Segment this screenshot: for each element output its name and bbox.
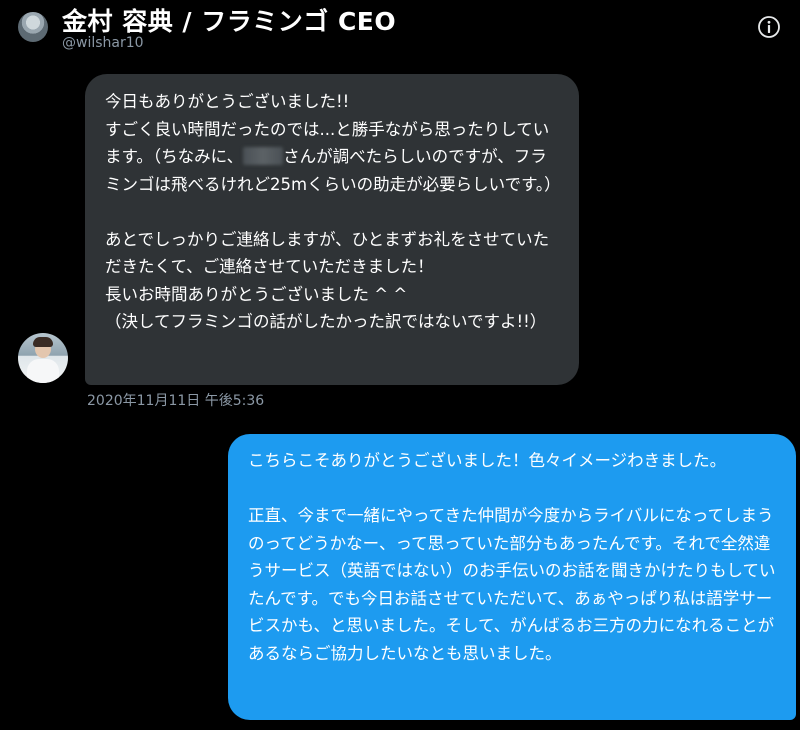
- sent-message-bubble[interactable]: こちらこそありがとうございました！色々イメージわきました。 正直、今まで一緒にや…: [228, 434, 796, 720]
- received-message-bubble[interactable]: 今日もありがとうございました!! すごく良い時間だったのでは...と勝手ながら思…: [85, 74, 579, 385]
- redacted-name: [243, 147, 284, 165]
- user-handle[interactable]: @wilshar10: [62, 35, 144, 51]
- sender-avatar[interactable]: [18, 333, 68, 383]
- message-text-continued: さんが調べたらしいのですが、フラミンゴは飛べるけれど25mくらいの助走が必要らし…: [105, 147, 561, 331]
- conversation-title[interactable]: 金村 容典 / フラミンゴ CEO: [62, 2, 396, 38]
- conversation-header: 金村 容典 / フラミンゴ CEO @wilshar10: [0, 0, 800, 60]
- message-text: こちらこそありがとうございました！色々イメージわきました。 正直、今まで一緒にや…: [248, 451, 776, 663]
- header-avatar[interactable]: [18, 12, 48, 42]
- info-circle-icon[interactable]: [757, 15, 781, 39]
- message-timestamp: 2020年11月11日 午後5:36: [87, 393, 265, 409]
